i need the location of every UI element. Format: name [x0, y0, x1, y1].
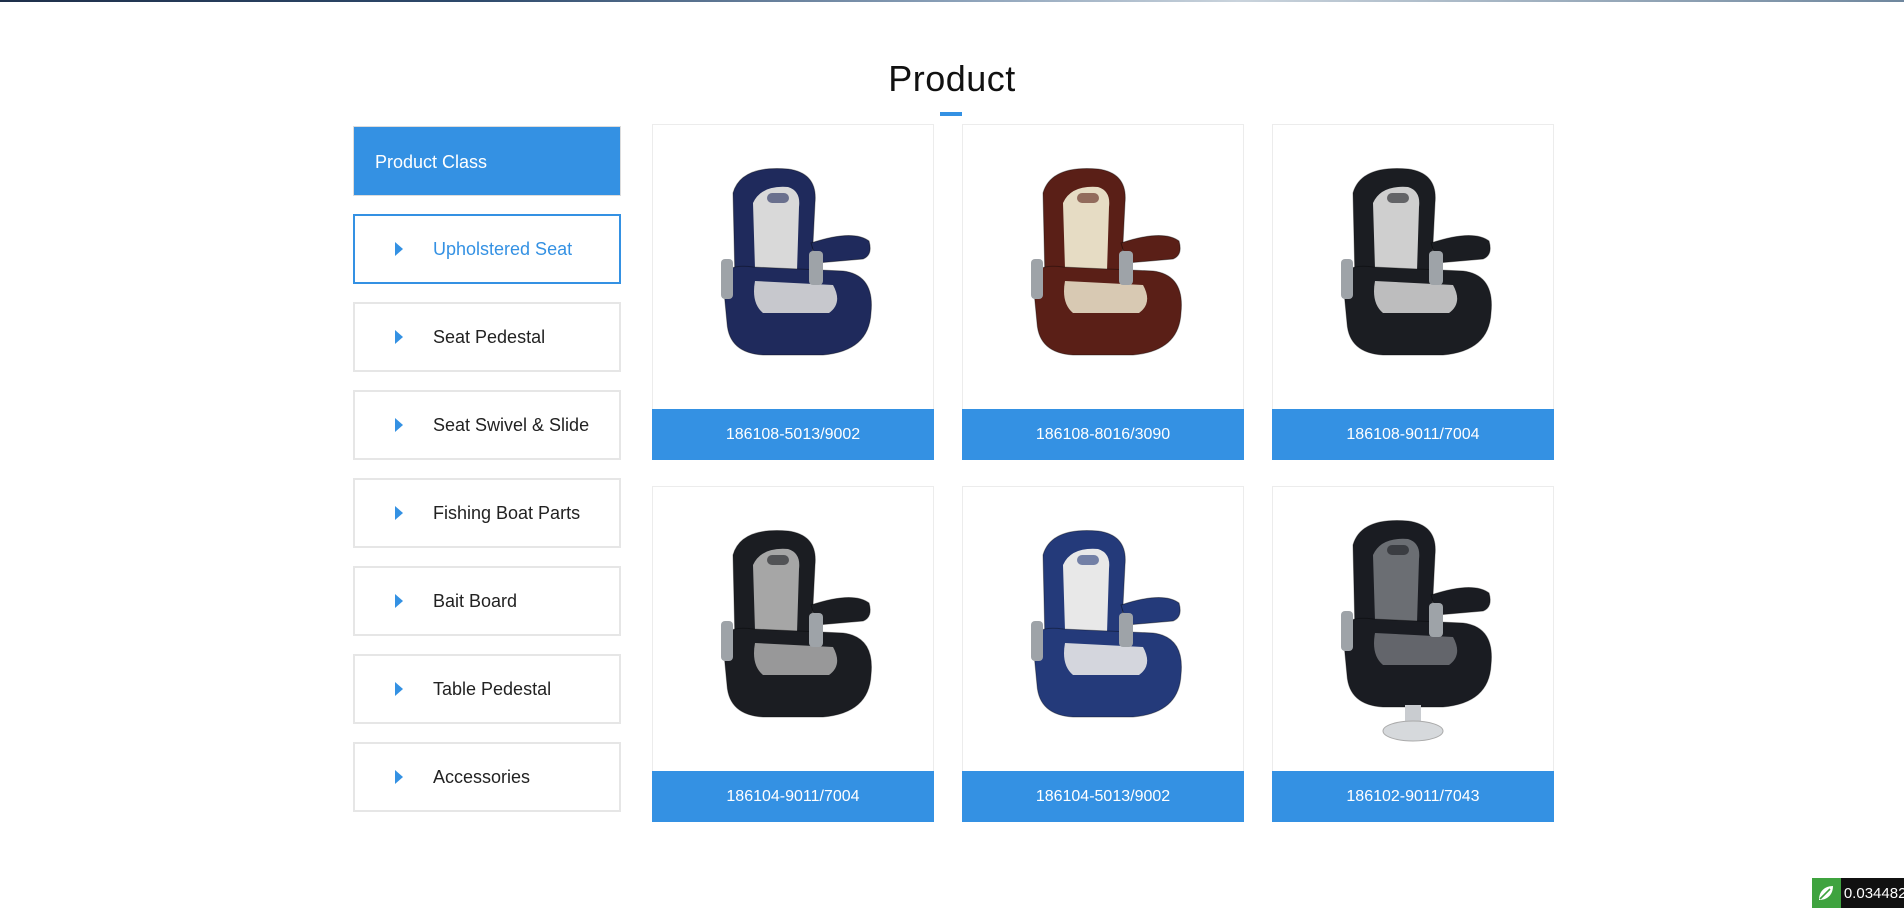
title-underline [940, 112, 962, 116]
sidebar-item-fishing-boat-parts[interactable]: Fishing Boat Parts [353, 478, 621, 548]
sidebar-item-label: Fishing Boat Parts [433, 502, 581, 523]
product-card[interactable]: 186108-5013/9002 [652, 124, 934, 460]
seat-image [1273, 125, 1553, 410]
sidebar-item-seat-swivel-slide[interactable]: Seat Swivel & Slide [353, 390, 621, 460]
caret-right-icon [395, 594, 403, 608]
product-card[interactable]: 186104-5013/9002 [962, 486, 1244, 822]
sidebar-item-bait-board[interactable]: Bait Board [353, 566, 621, 636]
sidebar-item-upholstered-seat[interactable]: Upholstered Seat [353, 214, 621, 284]
product-code: 186108-5013/9002 [652, 409, 934, 460]
sidebar-item-label: Seat Swivel & Slide [433, 414, 590, 435]
caret-right-icon [395, 330, 403, 344]
product-card[interactable]: 186102-9011/7043 [1272, 486, 1554, 822]
product-code: 186104-9011/7004 [652, 771, 934, 822]
seat-image [963, 487, 1243, 772]
sidebar-item-accessories[interactable]: Accessories [353, 742, 621, 812]
sidebar-item-label: Seat Pedestal [433, 326, 546, 347]
sidebar-item-label: Bait Board [433, 590, 518, 611]
product-card[interactable]: 186108-8016/3090 [962, 124, 1244, 460]
sidebar-item-label: Table Pedestal [433, 678, 552, 699]
caret-right-icon [395, 770, 403, 784]
seat-image [1273, 487, 1553, 772]
product-class-sidebar: Product Class Upholstered Seat Seat Pede… [353, 126, 621, 812]
seat-image [653, 487, 933, 772]
product-code: 186104-5013/9002 [962, 771, 1244, 822]
seat-image [963, 125, 1243, 410]
caret-right-icon [395, 418, 403, 432]
product-card[interactable]: 186108-9011/7004 [1272, 124, 1554, 460]
product-code: 186108-8016/3090 [962, 409, 1244, 460]
seat-image [653, 125, 933, 410]
caret-right-icon [395, 242, 403, 256]
leaf-icon [1812, 878, 1841, 908]
sidebar-item-seat-pedestal[interactable]: Seat Pedestal [353, 302, 621, 372]
product-code: 186108-9011/7004 [1272, 409, 1554, 460]
product-card[interactable]: 186104-9011/7004 [652, 486, 934, 822]
speed-badge: 0.034482 [1812, 878, 1904, 908]
product-code: 186102-9011/7043 [1272, 771, 1554, 822]
badge-value: 0.034482 [1843, 884, 1904, 902]
sidebar-item-table-pedestal[interactable]: Table Pedestal [353, 654, 621, 724]
sidebar-item-label: Accessories [433, 766, 531, 787]
sidebar-header: Product Class [353, 126, 621, 196]
caret-right-icon [395, 682, 403, 696]
top-accent-line [0, 0, 1904, 2]
caret-right-icon [395, 506, 403, 520]
page-title: Product [888, 58, 1016, 99]
sidebar-item-label: Upholstered Seat [433, 238, 573, 259]
